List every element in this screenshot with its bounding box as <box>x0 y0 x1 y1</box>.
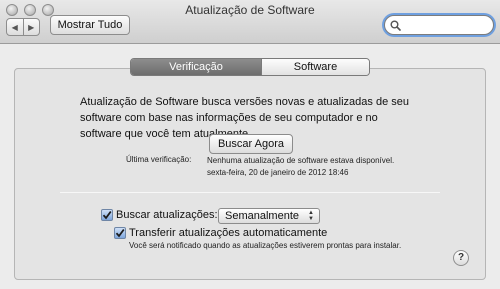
back-arrow-icon: ◀ <box>11 22 18 32</box>
checkmark-icon <box>115 228 125 238</box>
show-all-button[interactable]: Mostrar Tudo <box>50 15 130 35</box>
last-check-label: Última verificação: <box>126 155 192 164</box>
divider <box>60 192 440 193</box>
search-input[interactable] <box>402 18 488 32</box>
title-bar: Atualização de Software ◀ ▶ Mostrar Tudo <box>0 0 500 44</box>
last-check-info: Nenhuma atualização de software estava d… <box>207 155 427 179</box>
navigation-buttons: ◀ ▶ <box>6 18 40 36</box>
auto-download-label: Transferir atualizações automaticamente <box>129 227 328 239</box>
help-button[interactable]: ? <box>453 250 469 266</box>
frequency-select[interactable]: Semanalmente ▲ ▼ <box>218 208 320 224</box>
checkmark-icon <box>102 210 112 220</box>
search-icon <box>390 20 401 31</box>
tab-scheduled-check[interactable]: Verificação Programada <box>131 59 261 75</box>
check-updates-label: Buscar atualizações: <box>116 209 218 221</box>
forward-arrow-icon: ▶ <box>28 22 35 32</box>
last-check-date: sexta-feira, 20 de janeiro de 2012 18:46 <box>207 168 349 177</box>
check-now-button[interactable]: Buscar Agora <box>209 134 293 154</box>
auto-download-note: Você será notificado quando as atualizaç… <box>129 241 402 250</box>
tab-bar: Verificação Programada Software Instalad… <box>130 58 370 76</box>
forward-button[interactable]: ▶ <box>22 19 40 35</box>
frequency-selected-value: Semanalmente <box>225 210 299 222</box>
updown-arrows-icon: ▲ ▼ <box>308 210 314 222</box>
tab-installed-software[interactable]: Software Instalado <box>261 59 369 75</box>
last-check-status: Nenhuma atualização de software estava d… <box>207 156 395 165</box>
search-field[interactable] <box>384 15 494 35</box>
check-updates-checkbox[interactable] <box>101 209 113 221</box>
back-button[interactable]: ◀ <box>7 19 23 35</box>
auto-download-checkbox[interactable] <box>114 227 126 239</box>
